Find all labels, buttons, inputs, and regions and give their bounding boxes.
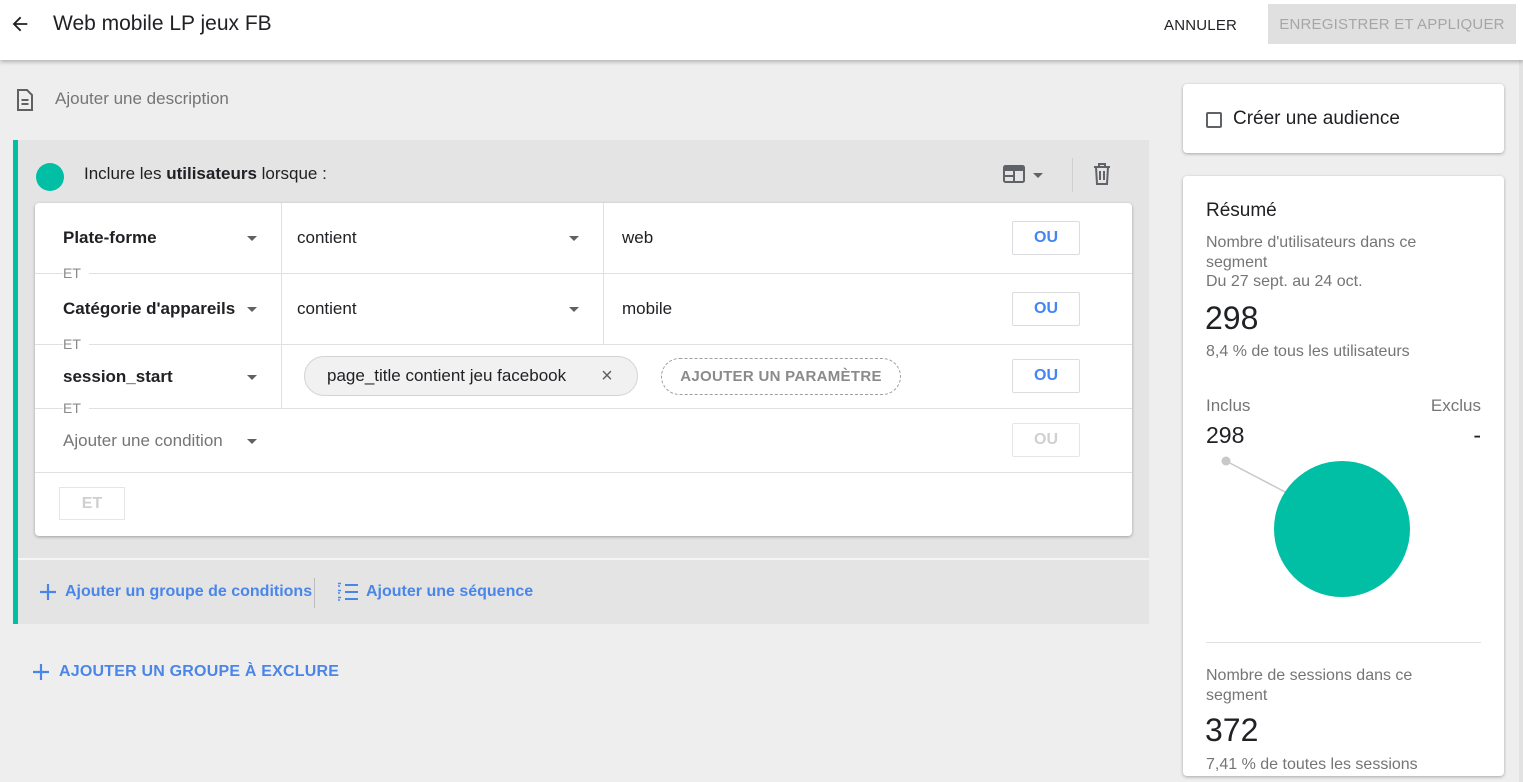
table-view-icon bbox=[1002, 164, 1026, 189]
create-audience-checkbox[interactable] bbox=[1206, 112, 1222, 128]
segment-pie-chart bbox=[1221, 456, 1410, 597]
and-connector: ET bbox=[63, 400, 89, 416]
scrollbar[interactable] bbox=[1519, 60, 1523, 782]
sessions-subtitle: Nombre de sessions dans ce segment bbox=[1206, 667, 1413, 704]
or-button[interactable]: OU bbox=[1012, 221, 1080, 255]
parameter-chip[interactable]: page_title contient jeu facebook × bbox=[304, 356, 638, 396]
condition-group: Inclure les utilisateurs lorsque : Plate… bbox=[13, 140, 1149, 624]
or-button[interactable]: OU bbox=[1012, 292, 1080, 326]
save-and-apply-button[interactable]: ENREGISTRER ET APPLIQUER bbox=[1268, 4, 1516, 44]
value-input-device-category[interactable]: mobile bbox=[622, 299, 672, 319]
row-divider bbox=[35, 273, 1132, 274]
summary-divider bbox=[1206, 642, 1481, 643]
or-button[interactable]: OU bbox=[1012, 359, 1080, 393]
row-divider bbox=[35, 472, 1132, 473]
excluded-label: Exclus bbox=[1430, 396, 1481, 415]
header-divider bbox=[1072, 158, 1073, 192]
column-divider bbox=[281, 203, 282, 273]
group-heading-suffix: lorsque : bbox=[256, 164, 327, 183]
conditions-card: Plate-forme contient web OU ET Catégorie… bbox=[35, 203, 1132, 536]
summary-title: Résumé bbox=[1206, 200, 1277, 221]
scope-selector[interactable] bbox=[1002, 164, 1052, 188]
delete-icon[interactable] bbox=[1091, 161, 1113, 187]
and-button[interactable]: ET bbox=[59, 487, 125, 520]
summary-card: Résumé Nombre d'utilisateurs dans ce seg… bbox=[1183, 176, 1504, 776]
caret-down-icon[interactable] bbox=[247, 375, 257, 380]
add-exclude-group-label: AJOUTER UN GROUPE À EXCLURE bbox=[59, 663, 340, 680]
pie-leader-line bbox=[1225, 460, 1288, 494]
plus-icon bbox=[33, 664, 49, 680]
group-heading-prefix: Inclure les bbox=[84, 164, 167, 183]
pie-leader-dot bbox=[1221, 456, 1231, 466]
or-button-disabled[interactable]: OU bbox=[1012, 423, 1080, 457]
column-divider bbox=[281, 273, 282, 344]
dimension-select-device-category[interactable]: Catégorie d'appareils bbox=[63, 299, 235, 319]
chevron-down-icon bbox=[1032, 167, 1044, 185]
caret-down-icon[interactable] bbox=[247, 307, 257, 312]
and-connector: ET bbox=[63, 336, 89, 352]
group-heading-scope: utilisateurs bbox=[166, 164, 257, 183]
caret-down-icon[interactable] bbox=[247, 236, 257, 241]
create-audience-card: Créer une audience bbox=[1183, 84, 1504, 153]
row-divider bbox=[35, 408, 1132, 409]
footer-divider bbox=[314, 578, 315, 608]
add-condition-select[interactable]: Ajouter une condition bbox=[63, 431, 223, 451]
caret-down-icon[interactable] bbox=[569, 236, 579, 241]
pie-included-slice bbox=[1274, 461, 1410, 597]
dimension-select-event[interactable]: session_start bbox=[63, 367, 173, 387]
back-arrow-icon[interactable] bbox=[6, 10, 34, 38]
add-sequence-link[interactable]: Ajouter une séquence bbox=[336, 580, 533, 604]
operator-select-device-category[interactable]: contient bbox=[297, 299, 357, 319]
column-divider bbox=[603, 203, 604, 273]
group-color-dot bbox=[36, 163, 64, 191]
users-subtitle: Nombre d'utilisateurs dans ce segment bbox=[1206, 234, 1417, 271]
included-value: 298 bbox=[1206, 422, 1245, 448]
group-heading: Inclure les utilisateurs lorsque : bbox=[84, 164, 327, 184]
group-accent-bar bbox=[13, 140, 18, 624]
description-icon bbox=[14, 88, 36, 112]
users-percentage: 8,4 % de tous les utilisateurs bbox=[1206, 343, 1410, 360]
included-label: Inclus bbox=[1206, 396, 1251, 415]
add-exclude-group-link[interactable]: AJOUTER UN GROUPE À EXCLURE bbox=[31, 660, 339, 684]
add-condition-group-link[interactable]: Ajouter un groupe de conditions bbox=[37, 580, 312, 604]
description-input[interactable]: Ajouter une description bbox=[55, 89, 229, 109]
sessions-percentage: 7,41 % de toutes les sessions bbox=[1206, 756, 1418, 773]
sessions-count: 372 bbox=[1205, 712, 1259, 748]
top-app-bar: Web mobile LP jeux FB ANNULER ENREGISTRE… bbox=[0, 0, 1523, 60]
dimension-select-platform[interactable]: Plate-forme bbox=[63, 228, 157, 248]
caret-down-icon[interactable] bbox=[569, 307, 579, 312]
excluded-value: - bbox=[1473, 422, 1481, 448]
parameter-chip-label: page_title contient jeu facebook bbox=[327, 366, 567, 385]
row-divider bbox=[35, 344, 1132, 345]
column-divider bbox=[281, 344, 282, 408]
operator-select-platform[interactable]: contient bbox=[297, 228, 357, 248]
page-title: Web mobile LP jeux FB bbox=[53, 12, 272, 35]
date-range: Du 27 sept. au 24 oct. bbox=[1206, 273, 1363, 290]
sequence-list-icon bbox=[338, 582, 358, 601]
caret-down-icon[interactable] bbox=[247, 439, 257, 444]
close-icon[interactable]: × bbox=[597, 366, 617, 386]
plus-icon bbox=[40, 584, 56, 600]
add-sequence-label: Ajouter une séquence bbox=[366, 583, 534, 600]
column-divider bbox=[603, 273, 604, 344]
create-audience-label[interactable]: Créer une audience bbox=[1233, 108, 1400, 130]
add-condition-group-label: Ajouter un groupe de conditions bbox=[65, 583, 313, 600]
users-count: 298 bbox=[1205, 300, 1259, 336]
add-parameter-button[interactable]: AJOUTER UN PARAMÈTRE bbox=[661, 358, 901, 395]
and-connector: ET bbox=[63, 265, 89, 281]
cancel-button[interactable]: ANNULER bbox=[1150, 8, 1251, 42]
group-separator bbox=[18, 558, 1149, 560]
value-input-platform[interactable]: web bbox=[622, 228, 653, 248]
